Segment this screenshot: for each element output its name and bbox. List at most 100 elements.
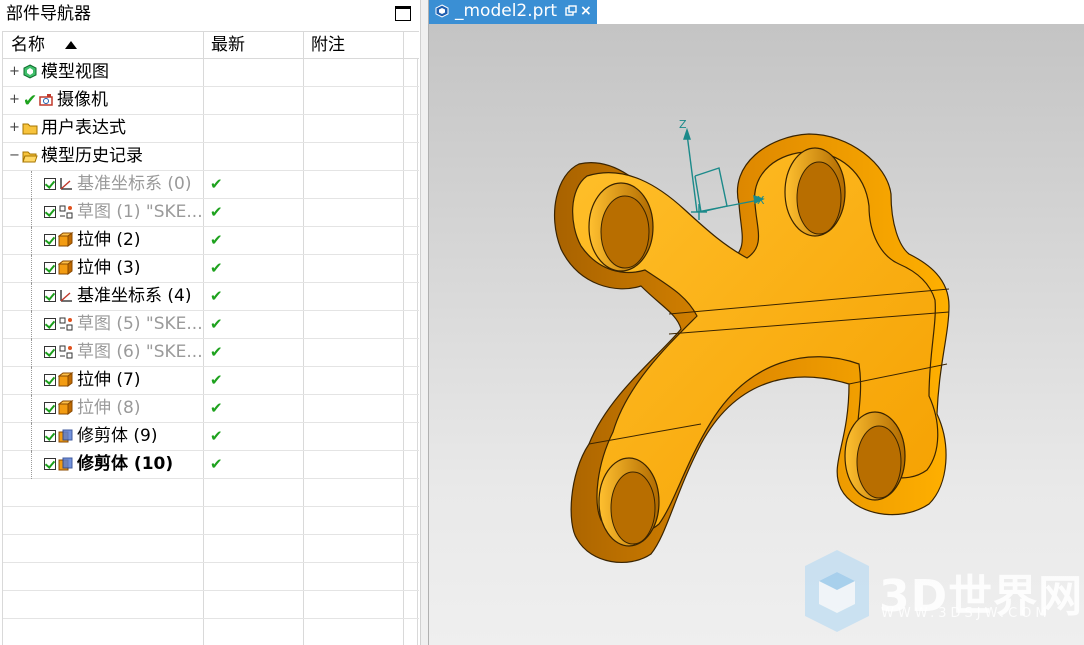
tree-row-label: 用户表达式 bbox=[41, 118, 126, 138]
tree-row[interactable]: 拉伸 (7) ✔ bbox=[3, 367, 419, 395]
column-header-row: 名称 最新 附注 bbox=[3, 31, 419, 59]
hole-top-right bbox=[784, 147, 846, 237]
empty-row bbox=[3, 479, 419, 507]
tree-rows: + 模型视图 + ✔ 摄像机 + 用户表达式 − 模型历史记录 基准坐标系 (0) ✔ 草图 (1) … bbox=[3, 59, 419, 645]
feature-checkbox[interactable] bbox=[44, 178, 56, 190]
datum-csys-icon bbox=[58, 288, 74, 304]
feature-checkbox[interactable] bbox=[44, 206, 56, 218]
tree-connector bbox=[31, 199, 32, 227]
feature-checkbox[interactable] bbox=[44, 374, 56, 386]
tree-row[interactable]: 基准坐标系 (0) ✔ bbox=[3, 171, 419, 199]
column-header-name[interactable]: 名称 bbox=[11, 32, 45, 59]
camera-icon bbox=[38, 92, 54, 108]
tree-row-label: 模型历史记录 bbox=[41, 146, 143, 166]
tree-row[interactable]: 基准坐标系 (4) ✔ bbox=[3, 283, 419, 311]
sketch-icon bbox=[58, 344, 74, 360]
tree-row[interactable]: + ✔ 摄像机 bbox=[3, 87, 419, 115]
tree-connector bbox=[31, 367, 32, 395]
close-tab-icon[interactable]: × bbox=[580, 0, 592, 22]
feature-checkbox[interactable] bbox=[44, 290, 56, 302]
latest-check-icon: ✔ bbox=[210, 455, 223, 473]
folder-open-icon bbox=[22, 148, 38, 164]
document-tab[interactable]: _model2.prt × bbox=[429, 0, 597, 24]
latest-check-icon: ✔ bbox=[210, 315, 223, 333]
empty-row bbox=[3, 619, 419, 645]
tree-connector bbox=[31, 255, 32, 283]
tree-row-label: 基准坐标系 (4) bbox=[77, 286, 192, 306]
latest-check-icon: ✔ bbox=[210, 231, 223, 249]
maximize-icon[interactable] bbox=[395, 6, 411, 21]
tree-connector bbox=[31, 395, 32, 423]
tree-connector bbox=[31, 227, 32, 255]
column-header-note[interactable]: 附注 bbox=[311, 32, 345, 59]
tree-row[interactable]: + 模型视图 bbox=[3, 59, 419, 87]
sort-ascending-icon[interactable] bbox=[65, 41, 77, 49]
expand-icon[interactable]: + bbox=[9, 65, 20, 78]
latest-check-icon: ✔ bbox=[210, 427, 223, 445]
expand-icon[interactable]: + bbox=[9, 93, 20, 106]
part-file-icon bbox=[435, 4, 449, 18]
part-navigator-panel: 部件导航器 名称 最新 附注 + 模型视图 + ✔ 摄像机 + 用户表达式 − 模型历史记录 基准… bbox=[0, 0, 420, 645]
document-tab-bar: _model2.prt × bbox=[429, 0, 1084, 24]
latest-check-icon: ✔ bbox=[210, 371, 223, 389]
tree-row-label: 拉伸 (2) bbox=[77, 230, 141, 250]
tree-row-label: 基准坐标系 (0) bbox=[77, 174, 192, 194]
feature-checkbox[interactable] bbox=[44, 430, 56, 442]
column-header-latest[interactable]: 最新 bbox=[211, 32, 245, 59]
hole-top-left bbox=[588, 182, 654, 272]
tree-connector bbox=[31, 423, 32, 451]
empty-row bbox=[3, 535, 419, 563]
expand-icon[interactable]: + bbox=[9, 121, 20, 134]
3d-viewport-canvas[interactable]: Z X 3D世界网 WWW.3DSJW.COM bbox=[429, 24, 1084, 645]
tree-row[interactable]: 拉伸 (3) ✔ bbox=[3, 255, 419, 283]
tree-row-label: 拉伸 (3) bbox=[77, 258, 141, 278]
feature-checkbox[interactable] bbox=[44, 346, 56, 358]
tree-row[interactable]: 草图 (6) "SKE... ✔ bbox=[3, 339, 419, 367]
feature-checkbox[interactable] bbox=[44, 262, 56, 274]
tree-row-label: 草图 (5) "SKE... bbox=[77, 314, 203, 334]
navigator-title: 部件导航器 bbox=[6, 4, 91, 24]
latest-check-icon: ✔ bbox=[210, 399, 223, 417]
empty-row bbox=[3, 563, 419, 591]
trim-body-icon bbox=[58, 456, 74, 472]
pop-out-icon[interactable] bbox=[565, 5, 577, 17]
tree-row-label: 修剪体 (9) bbox=[77, 426, 158, 446]
tree-row-label: 草图 (6) "SKE... bbox=[77, 342, 203, 362]
tree-row[interactable]: 草图 (1) "SKE... ✔ bbox=[3, 199, 419, 227]
tree-row[interactable]: 草图 (5) "SKE... ✔ bbox=[3, 311, 419, 339]
tree-row[interactable]: 修剪体 (9) ✔ bbox=[3, 423, 419, 451]
tree-row-label: 拉伸 (8) bbox=[77, 398, 141, 418]
part-model-graphic: Z X bbox=[554, 118, 950, 632]
feature-checkbox[interactable] bbox=[44, 402, 56, 414]
tree-row[interactable]: + 用户表达式 bbox=[3, 115, 419, 143]
model-views-icon bbox=[22, 64, 38, 80]
tree-row[interactable]: 修剪体 (10) ✔ bbox=[3, 451, 419, 479]
tree-connector bbox=[31, 311, 32, 339]
tree-connector bbox=[31, 283, 32, 311]
collapse-icon[interactable]: − bbox=[9, 149, 20, 162]
tree-row[interactable]: 拉伸 (8) ✔ bbox=[3, 395, 419, 423]
navigator-tree-grid: 名称 最新 附注 + 模型视图 + ✔ 摄像机 + 用户表达式 − 模型历史记录 基准坐标系 (0… bbox=[2, 31, 419, 645]
tree-row[interactable]: − 模型历史记录 bbox=[3, 143, 419, 171]
extrude-icon bbox=[57, 260, 74, 276]
watermark-logo-icon bbox=[805, 550, 869, 632]
watermark-url: WWW.3DSJW.COM bbox=[881, 606, 1051, 621]
latest-check-icon: ✔ bbox=[210, 343, 223, 361]
document-tab-label: _model2.prt bbox=[455, 1, 558, 21]
panel-splitter[interactable] bbox=[420, 0, 429, 645]
tree-connector bbox=[31, 451, 32, 479]
tree-row-label: 草图 (1) "SKE... bbox=[77, 202, 203, 222]
tree-connector bbox=[31, 339, 32, 367]
tree-row[interactable]: 拉伸 (2) ✔ bbox=[3, 227, 419, 255]
feature-checkbox[interactable] bbox=[44, 318, 56, 330]
latest-check-icon: ✔ bbox=[210, 175, 223, 193]
feature-checkbox[interactable] bbox=[44, 458, 56, 470]
graphics-window: _model2.prt × Z X 3D世界网 WWW.3DSJW.COM bbox=[429, 0, 1084, 645]
tree-row-label: 模型视图 bbox=[41, 62, 109, 82]
feature-checkbox[interactable] bbox=[44, 234, 56, 246]
latest-check-icon: ✔ bbox=[210, 259, 223, 277]
extrude-icon bbox=[57, 400, 74, 416]
folder-icon bbox=[22, 120, 38, 136]
sketch-icon bbox=[58, 204, 74, 220]
tree-connector bbox=[31, 171, 32, 199]
